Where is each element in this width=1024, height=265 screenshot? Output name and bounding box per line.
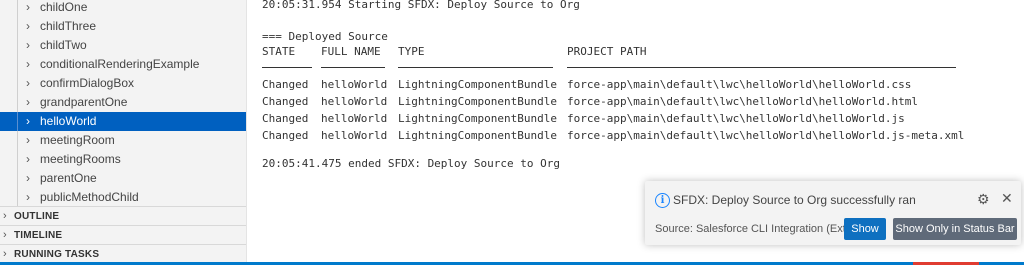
indent-guide (17, 169, 18, 188)
indent-guide (17, 36, 18, 55)
chevron-right-icon[interactable]: › (26, 17, 30, 36)
show-button[interactable]: Show (844, 218, 886, 240)
notification-message: SFDX: Deploy Source to Org successfully … (673, 193, 916, 207)
table-cell: LightningComponentBundle (398, 95, 557, 108)
tree-item-label: helloWorld (40, 114, 97, 128)
section-label: OUTLINE (14, 211, 60, 222)
tree-item-label: confirmDialogBox (40, 76, 135, 90)
output-end-line: 20:05:41.475 ended SFDX: Deploy Source t… (262, 157, 561, 170)
section-running-tasks[interactable]: › RUNNING TASKS (0, 244, 246, 262)
tree-item-label: parentOne (40, 171, 97, 185)
indent-guide (17, 55, 18, 74)
table-cell: force-app\main\default\lwc\helloWorld\he… (567, 129, 965, 142)
chevron-right-icon[interactable]: › (26, 0, 30, 17)
table-cell: Changed (262, 112, 309, 125)
tree-item-childone[interactable]: › childOne (0, 0, 246, 17)
table-cell: helloWorld (321, 129, 388, 142)
table-cell: LightningComponentBundle (398, 112, 557, 125)
tree-item-childtwo[interactable]: › childTwo (0, 36, 246, 55)
indent-guide (17, 0, 18, 17)
column-header: TYPE (398, 45, 425, 58)
tree-item-label: meetingRoom (40, 133, 115, 147)
section-label: RUNNING TASKS (14, 249, 100, 260)
output-start-line: 20:05:31.954 Starting SFDX: Deploy Sourc… (262, 0, 580, 11)
tree-item-label: childThree (40, 19, 97, 33)
column-underline (321, 67, 385, 68)
tree-item-meetingrooms[interactable]: › meetingRooms (0, 150, 246, 169)
chevron-right-icon[interactable]: › (26, 36, 30, 55)
column-underline (567, 67, 956, 68)
chevron-right-icon[interactable]: › (26, 169, 30, 188)
chevron-right-icon[interactable]: › (26, 150, 30, 169)
chevron-right-icon[interactable]: › (26, 188, 30, 207)
table-cell: Changed (262, 129, 309, 142)
indent-guide (17, 74, 18, 93)
chevron-right-icon[interactable]: › (3, 245, 7, 262)
show-only-in-status-bar-button[interactable]: Show Only in Status Bar (893, 218, 1017, 240)
table-cell: helloWorld (321, 78, 388, 91)
table-cell: Changed (262, 95, 309, 108)
indent-guide (17, 131, 18, 150)
chevron-right-icon[interactable]: › (3, 226, 7, 245)
tree-item-publicmethodchild[interactable]: › publicMethodChild (0, 188, 246, 207)
indent-guide (17, 93, 18, 112)
chevron-right-icon[interactable]: › (26, 131, 30, 150)
info-icon: i (655, 193, 670, 208)
table-cell: force-app\main\default\lwc\helloWorld\he… (567, 95, 918, 108)
tree-item-meetingroom[interactable]: › meetingRoom (0, 131, 246, 150)
indent-guide (17, 17, 18, 36)
column-underline (262, 67, 312, 68)
chevron-right-icon[interactable]: › (3, 207, 7, 226)
column-header: PROJECT PATH (567, 45, 647, 58)
chevron-right-icon[interactable]: › (26, 93, 30, 112)
tree-item-grandparentone[interactable]: › grandparentOne (0, 93, 246, 112)
explorer-sidebar: › childOne › childThree › childTwo › conditiona… (0, 0, 247, 262)
tree-item-childthree[interactable]: › childThree (0, 17, 246, 36)
tree-item-label: meetingRooms (40, 152, 121, 166)
chevron-right-icon[interactable]: › (26, 55, 30, 74)
tree-item-helloworld[interactable]: › helloWorld (0, 112, 246, 131)
indent-guide (17, 150, 18, 169)
section-outline[interactable]: › OUTLINE (0, 206, 246, 226)
table-cell: LightningComponentBundle (398, 129, 557, 142)
column-header: FULL NAME (321, 45, 381, 58)
column-underline (398, 67, 553, 68)
tree-item-label: conditionalRenderingExample (40, 57, 200, 71)
table-cell: force-app\main\default\lwc\helloWorld\he… (567, 112, 905, 125)
gear-icon[interactable]: ⚙ (977, 191, 990, 208)
table-cell: LightningComponentBundle (398, 78, 557, 91)
indent-guide (17, 188, 18, 207)
table-cell: helloWorld (321, 95, 388, 108)
tree-item-label: childOne (40, 0, 88, 14)
close-icon[interactable]: ✕ (1001, 190, 1013, 207)
tree-item-label: publicMethodChild (40, 190, 139, 204)
notification-source: Source: Salesforce CLI Integration (Exte… (655, 223, 862, 235)
chevron-right-icon[interactable]: › (26, 74, 30, 93)
tree-item-conditionalrenderingexample[interactable]: › conditionalRenderingExample (0, 55, 246, 74)
chevron-right-icon[interactable]: › (26, 112, 30, 131)
output-heading: === Deployed Source (262, 30, 388, 43)
tree-item-parentone[interactable]: › parentOne (0, 169, 246, 188)
table-cell: force-app\main\default\lwc\helloWorld\he… (567, 78, 912, 91)
tree-item-label: grandparentOne (40, 95, 128, 109)
column-header: STATE (262, 45, 296, 58)
table-cell: helloWorld (321, 112, 388, 125)
tree-item-confirmdialogbox[interactable]: › confirmDialogBox (0, 74, 246, 93)
notification-toast: i SFDX: Deploy Source to Org successfull… (645, 181, 1021, 245)
indent-guide (17, 112, 18, 131)
table-cell: Changed (262, 78, 309, 91)
section-timeline[interactable]: › TIMELINE (0, 225, 246, 245)
section-label: TIMELINE (14, 230, 63, 241)
tree-item-label: childTwo (40, 38, 87, 52)
